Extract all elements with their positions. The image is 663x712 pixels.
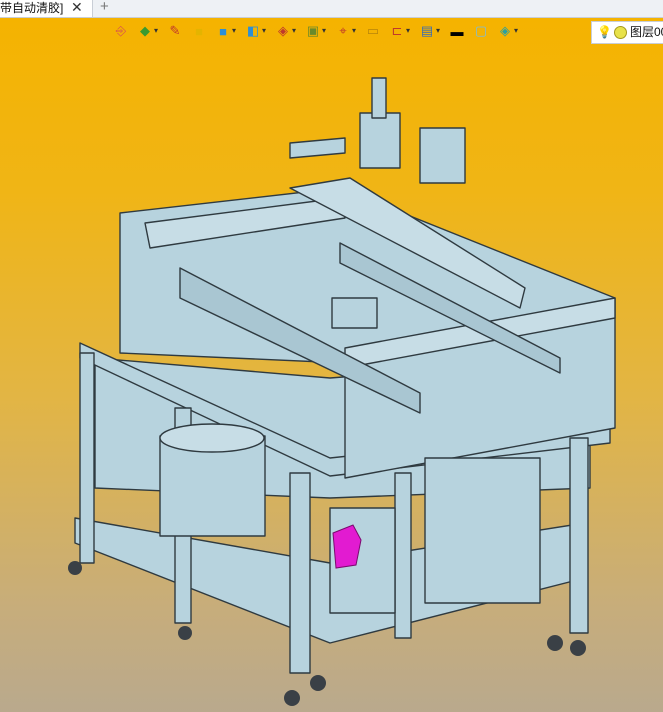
wheel	[310, 675, 326, 691]
3d-viewport[interactable]: ⎆◆▾✎■■▾◧▾◈▾▣▾⌖▾▭⊏▾▤▾▬▢◈▾ 💡 图层00	[0, 18, 663, 712]
tower-head	[371, 77, 387, 119]
leg	[289, 472, 311, 674]
wheel	[547, 635, 563, 651]
tower-plate	[289, 137, 346, 159]
wheel	[178, 626, 192, 640]
document-tab[interactable]: 带自动清胶] ✕	[0, 0, 93, 17]
leg	[79, 352, 95, 564]
carriage	[331, 297, 378, 329]
bucket-rim	[159, 423, 265, 453]
wheel	[68, 561, 82, 575]
wheel	[570, 640, 586, 656]
tab-title: 带自动清胶]	[0, 1, 64, 15]
cabinet	[424, 457, 541, 604]
wheel	[284, 690, 300, 706]
leg	[394, 472, 412, 639]
tab-bar: 带自动清胶] ✕ +	[0, 0, 663, 18]
leg	[569, 437, 589, 634]
close-icon[interactable]: ✕	[71, 0, 83, 16]
tower-box	[419, 127, 466, 184]
pump-part	[332, 524, 362, 569]
machine-model	[68, 77, 616, 706]
tower	[359, 112, 401, 169]
new-tab-icon[interactable]: +	[100, 0, 109, 15]
